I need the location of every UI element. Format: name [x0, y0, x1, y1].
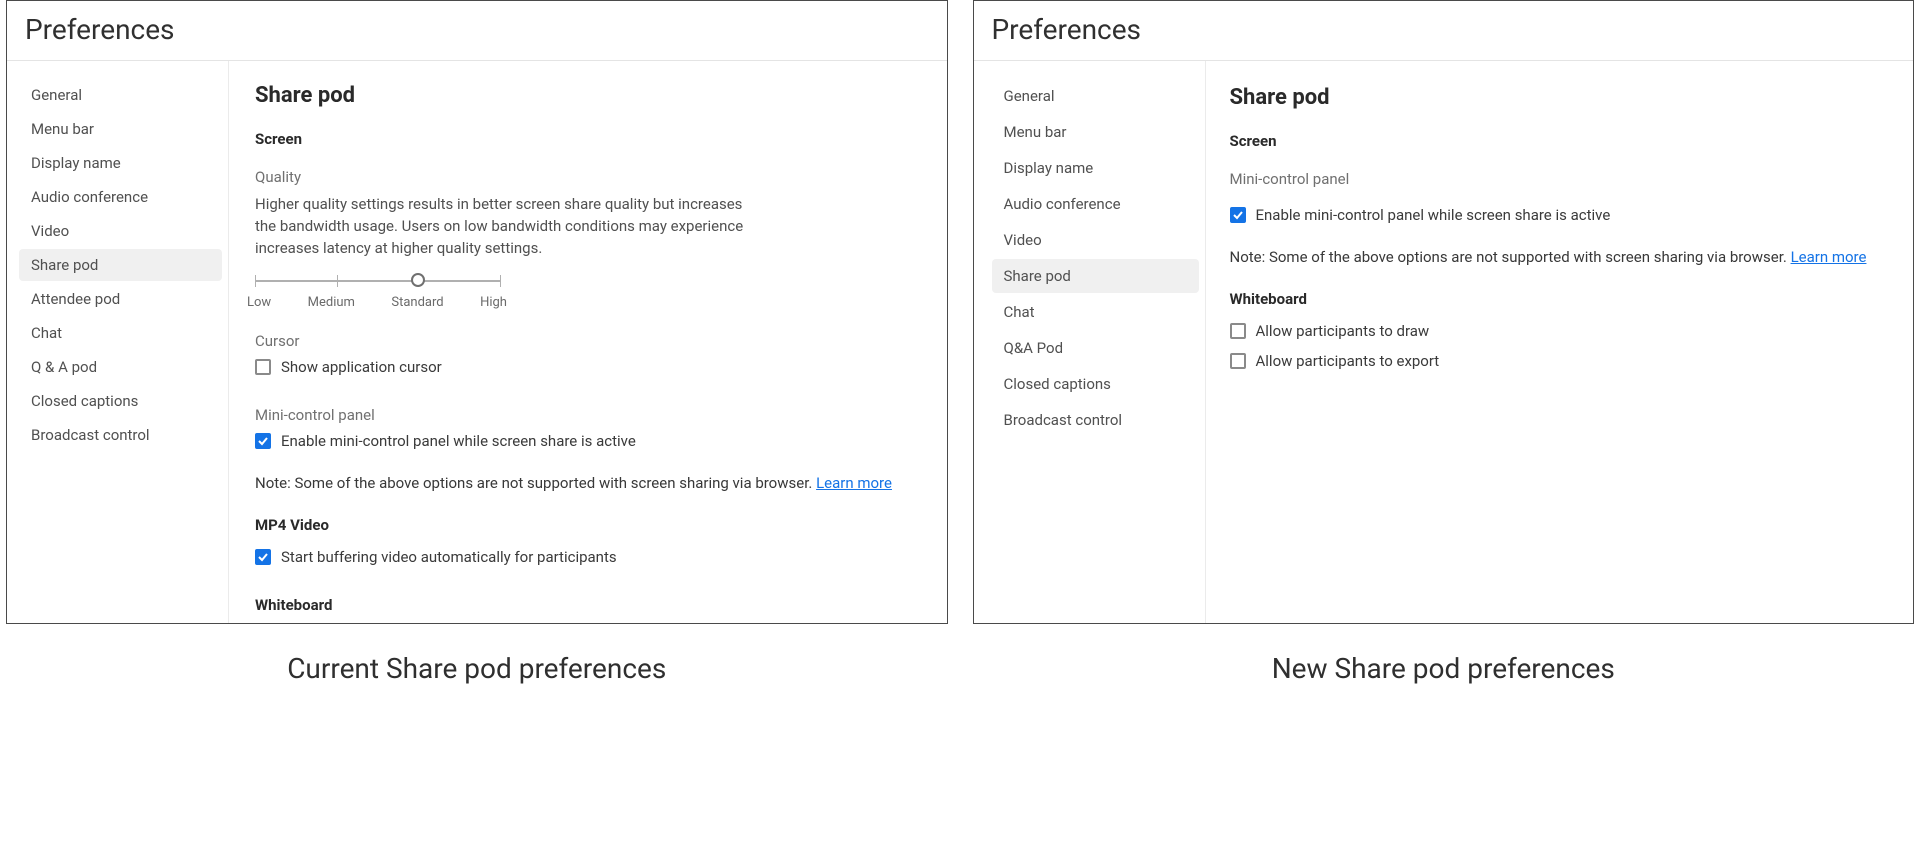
quality-label: Quality — [255, 168, 927, 186]
slider-label-standard: Standard — [391, 295, 443, 310]
sidebar-item-display-name[interactable]: Display name — [992, 151, 1199, 185]
panel-title: Preferences — [7, 1, 947, 60]
checkbox-label: Allow participants to export — [1256, 352, 1440, 370]
sidebar-item-q-a-pod[interactable]: Q & A pod — [19, 351, 222, 383]
enable-minicontrol-checkbox[interactable]: Enable mini-control panel while screen s… — [1230, 206, 1900, 224]
section-screen: Screen — [255, 130, 927, 148]
checkbox-label: Allow participants to draw — [1256, 322, 1430, 340]
note-text: Note: Some of the above options are not … — [255, 474, 927, 492]
preferences-panel-current: Preferences GeneralMenu barDisplay nameA… — [6, 0, 948, 624]
checkbox-icon — [255, 359, 271, 375]
checkbox-icon — [1230, 353, 1246, 369]
content-area: Share pod Screen Mini-control panel Enab… — [1206, 61, 1914, 623]
panel-title: Preferences — [974, 1, 1914, 60]
show-cursor-checkbox[interactable]: Show application cursor — [255, 358, 927, 376]
sidebar-item-audio-conference[interactable]: Audio conference — [992, 187, 1199, 221]
sidebar-item-closed-captions[interactable]: Closed captions — [19, 385, 222, 417]
learn-more-link[interactable]: Learn more — [816, 474, 892, 492]
buffer-video-checkbox[interactable]: Start buffering video automatically for … — [255, 548, 927, 566]
panel-body: GeneralMenu barDisplay nameAudio confere… — [7, 61, 947, 623]
learn-more-link[interactable]: Learn more — [1791, 248, 1867, 266]
slider-handle[interactable] — [411, 273, 425, 287]
minicontrol-label: Mini-control panel — [1230, 170, 1900, 188]
cursor-label: Cursor — [255, 332, 927, 350]
sidebar-item-video[interactable]: Video — [19, 215, 222, 247]
sidebar: GeneralMenu barDisplay nameAudio confere… — [974, 61, 1206, 623]
checkbox-icon — [255, 549, 271, 565]
caption-current: Current Share pod preferences — [6, 652, 948, 685]
sidebar-item-broadcast-control[interactable]: Broadcast control — [992, 403, 1199, 437]
wb-draw-checkbox[interactable]: Allow participants to draw — [1230, 322, 1900, 340]
content-heading: Share pod — [1230, 85, 1900, 110]
sidebar-item-display-name[interactable]: Display name — [19, 147, 222, 179]
enable-minicontrol-checkbox[interactable]: Enable mini-control panel while screen s… — [255, 432, 927, 450]
sidebar-item-share-pod[interactable]: Share pod — [19, 249, 222, 281]
checkbox-icon — [255, 433, 271, 449]
sidebar-item-video[interactable]: Video — [992, 223, 1199, 257]
section-mp4: MP4 Video — [255, 516, 927, 534]
checkbox-label: Enable mini-control panel while screen s… — [1256, 206, 1611, 224]
checkbox-label: Start buffering video automatically for … — [281, 548, 617, 566]
slider-label-low: Low — [247, 295, 271, 310]
caption-new: New Share pod preferences — [973, 652, 1915, 685]
checkbox-label: Enable mini-control panel while screen s… — [281, 432, 636, 450]
sidebar-item-closed-captions[interactable]: Closed captions — [992, 367, 1199, 401]
sidebar: GeneralMenu barDisplay nameAudio confere… — [7, 61, 229, 623]
wb-export-checkbox[interactable]: Allow participants to export — [1230, 352, 1900, 370]
content-heading: Share pod — [255, 83, 927, 108]
preferences-panel-new: Preferences GeneralMenu barDisplay nameA… — [973, 0, 1915, 624]
note-text: Note: Some of the above options are not … — [1230, 248, 1900, 266]
sidebar-item-menu-bar[interactable]: Menu bar — [992, 115, 1199, 149]
content-area: Share pod Screen Quality Higher quality … — [229, 61, 947, 623]
slider-label-medium: Medium — [308, 295, 355, 310]
sidebar-item-general[interactable]: General — [992, 79, 1199, 113]
minicontrol-label: Mini-control panel — [255, 406, 927, 424]
section-whiteboard: Whiteboard — [1230, 290, 1900, 308]
sidebar-item-menu-bar[interactable]: Menu bar — [19, 113, 222, 145]
sidebar-item-attendee-pod[interactable]: Attendee pod — [19, 283, 222, 315]
sidebar-item-general[interactable]: General — [19, 79, 222, 111]
sidebar-item-chat[interactable]: Chat — [19, 317, 222, 349]
sidebar-item-q-a-pod[interactable]: Q&A Pod — [992, 331, 1199, 365]
sidebar-item-chat[interactable]: Chat — [992, 295, 1199, 329]
panel-body: GeneralMenu barDisplay nameAudio confere… — [974, 61, 1914, 623]
checkbox-label: Show application cursor — [281, 358, 442, 376]
sidebar-item-audio-conference[interactable]: Audio conference — [19, 181, 222, 213]
sidebar-item-broadcast-control[interactable]: Broadcast control — [19, 419, 222, 451]
section-whiteboard: Whiteboard — [255, 596, 927, 614]
checkbox-icon — [1230, 323, 1246, 339]
checkbox-icon — [1230, 207, 1246, 223]
quality-description: Higher quality settings results in bette… — [255, 194, 755, 259]
section-screen: Screen — [1230, 132, 1900, 150]
slider-label-high: High — [480, 295, 507, 310]
sidebar-item-share-pod[interactable]: Share pod — [992, 259, 1199, 293]
quality-slider[interactable]: Low Medium Standard High — [255, 271, 500, 310]
